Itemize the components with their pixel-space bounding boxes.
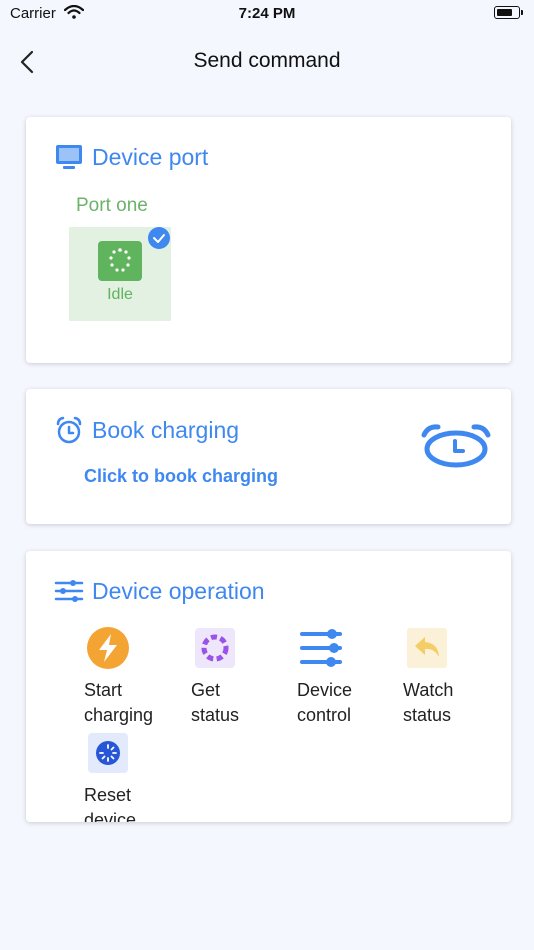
device-control-label-1: Device [297,680,353,700]
get-status-label-1: Get [191,680,221,700]
device-control-button[interactable]: Device control [297,626,397,726]
reply-arrow-icon [407,628,447,668]
reset-device-button[interactable]: Reset device [84,731,184,822]
device-operation-title: Device operation [92,577,265,604]
monitor-icon [56,145,82,169]
get-status-label-2: status [191,705,240,725]
get-status-button[interactable]: Get status [191,626,291,726]
device-port-title: Device port [92,143,209,170]
battery-icon [494,6,523,19]
book-charging-title: Book charging [92,416,240,443]
start-charging-label-2: charging [84,705,154,725]
watch-status-button[interactable]: Watch status [403,626,503,726]
start-charging-button[interactable]: Start charging [84,626,184,726]
book-charging-card: Book charging Click to book charging [26,389,511,524]
device-operation-card: Device operation Start charging Get stat… [26,551,511,822]
lightning-icon [87,627,129,669]
device-port-header: Device port [54,143,208,171]
start-charging-label-1: Start [84,680,123,700]
book-charging-header: Book charging [54,415,239,445]
status-bar: Carrier 7:24 PM [0,0,534,28]
alarm-clock-large-icon[interactable] [420,423,492,469]
port-name: Port one [76,195,148,216]
sliders-icon [300,629,342,667]
watch-status-label-1: Watch [403,680,454,700]
device-operation-header: Device operation [54,577,265,605]
reset-icon [88,733,128,773]
alarm-clock-icon [56,416,82,444]
reset-device-label-2: device [84,810,137,822]
clock: 7:24 PM [238,5,296,22]
sliders-header-icon [54,580,84,602]
selected-check-icon [148,227,170,249]
reset-device-label-1: Reset [84,785,132,805]
device-control-label-2: control [297,705,352,725]
status-ring-icon [195,628,235,668]
nav-bar: Send command [0,40,534,84]
watch-status-label-2: status [403,705,452,725]
port-status: Idle [107,286,133,303]
book-charging-link[interactable]: Click to book charging [84,466,278,487]
page-title: Send command [193,49,341,72]
idle-status-icon [98,241,142,281]
device-port-card: Device port Port one Idle [26,117,511,363]
